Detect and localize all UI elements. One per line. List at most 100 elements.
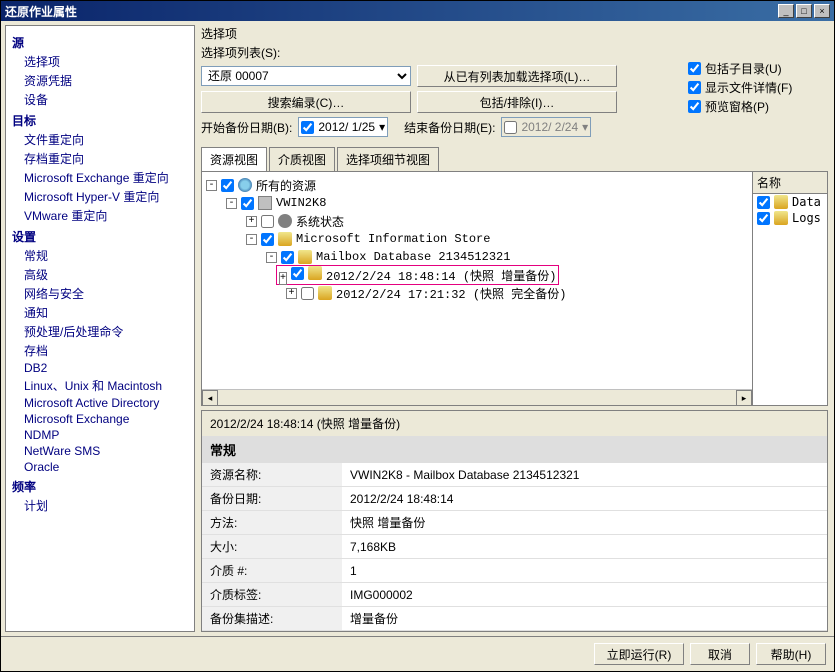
sidebar-item[interactable]: 文件重定向 xyxy=(24,131,188,148)
sidebar-item[interactable]: 高级 xyxy=(24,266,188,283)
sidebar-item[interactable]: DB2 xyxy=(24,361,188,375)
detail-header: 2012/2/24 18:48:14 (快照 增量备份) xyxy=(202,411,827,436)
detail-section-title: 常规 xyxy=(202,436,827,463)
scroll-right-icon[interactable]: ▸ xyxy=(736,390,752,406)
end-date-input[interactable]: 2012/ 2/24 ▾ xyxy=(501,117,591,137)
gear-icon xyxy=(278,214,292,228)
tree-expand-icon[interactable]: + xyxy=(246,216,257,227)
preview-pane-checkbox[interactable] xyxy=(688,100,701,113)
globe-icon xyxy=(238,178,252,192)
sidebar-item[interactable]: 网络与安全 xyxy=(24,285,188,302)
sidebar-item[interactable]: Microsoft Exchange xyxy=(24,412,188,426)
detail-label: 介质标签: xyxy=(202,583,342,607)
sidebar-item[interactable]: Microsoft Exchange 重定向 xyxy=(24,169,188,186)
backup-set-icon xyxy=(318,286,332,300)
close-button[interactable]: × xyxy=(814,4,830,18)
tree-checkbox[interactable] xyxy=(281,251,294,264)
tree-expand-icon[interactable]: + xyxy=(279,272,287,285)
detail-label: 备份日期: xyxy=(202,487,342,511)
detail-label: 介质 #: xyxy=(202,559,342,583)
detail-label: 备份集描述: xyxy=(202,607,342,631)
sidebar-item[interactable]: NetWare SMS xyxy=(24,444,188,458)
tree-checkbox[interactable] xyxy=(261,233,274,246)
search-catalog-button[interactable]: 搜索编录(C)… xyxy=(201,91,411,113)
detail-value: 增量备份 xyxy=(342,607,827,631)
tab-content: -所有的资源 -VWIN2K8 +系统状态 -Microsoft Informa… xyxy=(201,171,828,406)
start-date-label: 开始备份日期(B): xyxy=(201,119,292,136)
include-subdirs-checkbox[interactable] xyxy=(688,62,701,75)
sidebar-item[interactable]: Microsoft Active Directory xyxy=(24,396,188,410)
database-icon xyxy=(278,232,292,246)
sidebar-heading[interactable]: 频率 xyxy=(12,478,188,495)
detail-table: 资源名称:VWIN2K8 - Mailbox Database 21345123… xyxy=(202,463,827,632)
file-checkbox[interactable] xyxy=(757,212,770,225)
tab[interactable]: 资源视图 xyxy=(201,147,267,171)
options-group-label: 选择项 xyxy=(201,25,828,42)
sidebar-item[interactable]: 预处理/后处理命令 xyxy=(24,323,188,340)
sidebar-item[interactable]: 设备 xyxy=(24,91,188,108)
resource-tree[interactable]: -所有的资源 -VWIN2K8 +系统状态 -Microsoft Informa… xyxy=(202,172,752,405)
detail-value: 2012/2/24 18:48:14 xyxy=(342,487,827,511)
sidebar-heading[interactable]: 源 xyxy=(12,34,188,51)
chevron-down-icon[interactable]: ▾ xyxy=(582,120,588,134)
folder-icon xyxy=(774,195,788,209)
scroll-left-icon[interactable]: ◂ xyxy=(202,390,218,406)
tree-checkbox[interactable] xyxy=(241,197,254,210)
include-exclude-button[interactable]: 包括/排除(I)… xyxy=(417,91,617,113)
tree-checkbox[interactable] xyxy=(301,287,314,300)
tree-collapse-icon[interactable]: - xyxy=(246,234,257,245)
sidebar-item[interactable]: VMware 重定向 xyxy=(24,207,188,224)
cancel-button[interactable]: 取消 xyxy=(690,643,750,665)
folder-icon xyxy=(774,211,788,225)
sidebar-item[interactable]: 计划 xyxy=(24,497,188,514)
sidebar-item[interactable]: 选择项 xyxy=(24,53,188,70)
sidebar-item[interactable]: Linux、Unix 和 Macintosh xyxy=(24,377,188,394)
tree-collapse-icon[interactable]: - xyxy=(266,252,277,263)
tree-expand-icon[interactable]: + xyxy=(286,288,297,299)
detail-label: 大小: xyxy=(202,535,342,559)
detail-value: 快照 增量备份 xyxy=(342,511,827,535)
file-list-header[interactable]: 名称 xyxy=(753,172,827,194)
sidebar-heading[interactable]: 目标 xyxy=(12,112,188,129)
sidebar-item[interactable]: 存档重定向 xyxy=(24,150,188,167)
detail-panel: 2012/2/24 18:48:14 (快照 增量备份) 常规 资源名称:VWI… xyxy=(201,410,828,632)
sidebar-item[interactable]: 存档 xyxy=(24,342,188,359)
run-now-button[interactable]: 立即运行(R) xyxy=(594,643,684,665)
sidebar-item[interactable]: 常规 xyxy=(24,247,188,264)
show-details-checkbox[interactable] xyxy=(688,81,701,94)
tree-checkbox[interactable] xyxy=(261,215,274,228)
detail-label: 方法: xyxy=(202,511,342,535)
sidebar-item[interactable]: 通知 xyxy=(24,304,188,321)
load-from-list-button[interactable]: 从已有列表加载选择项(L)… xyxy=(417,65,617,87)
tab[interactable]: 介质视图 xyxy=(269,147,335,171)
tree-checkbox[interactable] xyxy=(221,179,234,192)
sidebar-heading[interactable]: 设置 xyxy=(12,228,188,245)
detail-label: 资源名称: xyxy=(202,463,342,487)
help-button[interactable]: 帮助(H) xyxy=(756,643,826,665)
end-date-label: 结束备份日期(E): xyxy=(404,119,495,136)
detail-value: 1 xyxy=(342,559,827,583)
window-title: 还原作业属性 xyxy=(5,3,77,20)
sidebar-item[interactable]: Oracle xyxy=(24,460,188,474)
tree-checkbox[interactable] xyxy=(291,267,304,280)
sidebar-item[interactable]: NDMP xyxy=(24,428,188,442)
maximize-button[interactable]: □ xyxy=(796,4,812,18)
sidebar-item[interactable]: Microsoft Hyper-V 重定向 xyxy=(24,188,188,205)
minimize-button[interactable]: _ xyxy=(778,4,794,18)
chevron-down-icon[interactable]: ▾ xyxy=(379,120,385,134)
sidebar-item[interactable]: 资源凭据 xyxy=(24,72,188,89)
detail-value: IMG000002 xyxy=(342,583,827,607)
mailbox-icon xyxy=(298,250,312,264)
tree-collapse-icon[interactable]: - xyxy=(226,198,237,209)
selection-list-dropdown[interactable]: 还原 00007 xyxy=(201,66,411,86)
backup-set-icon xyxy=(308,266,322,280)
tab[interactable]: 选择项细节视图 xyxy=(337,147,439,171)
start-date-input[interactable]: 2012/ 1/25 ▾ xyxy=(298,117,388,137)
server-icon xyxy=(258,196,272,210)
file-checkbox[interactable] xyxy=(757,196,770,209)
horizontal-scrollbar[interactable]: ◂ ▸ xyxy=(202,389,752,405)
backup-set-selected[interactable]: 2012/2/24 18:48:14 (快照 增量备份) xyxy=(326,270,556,284)
end-date-checkbox[interactable] xyxy=(504,121,517,134)
tree-collapse-icon[interactable]: - xyxy=(206,180,217,191)
start-date-checkbox[interactable] xyxy=(301,121,314,134)
